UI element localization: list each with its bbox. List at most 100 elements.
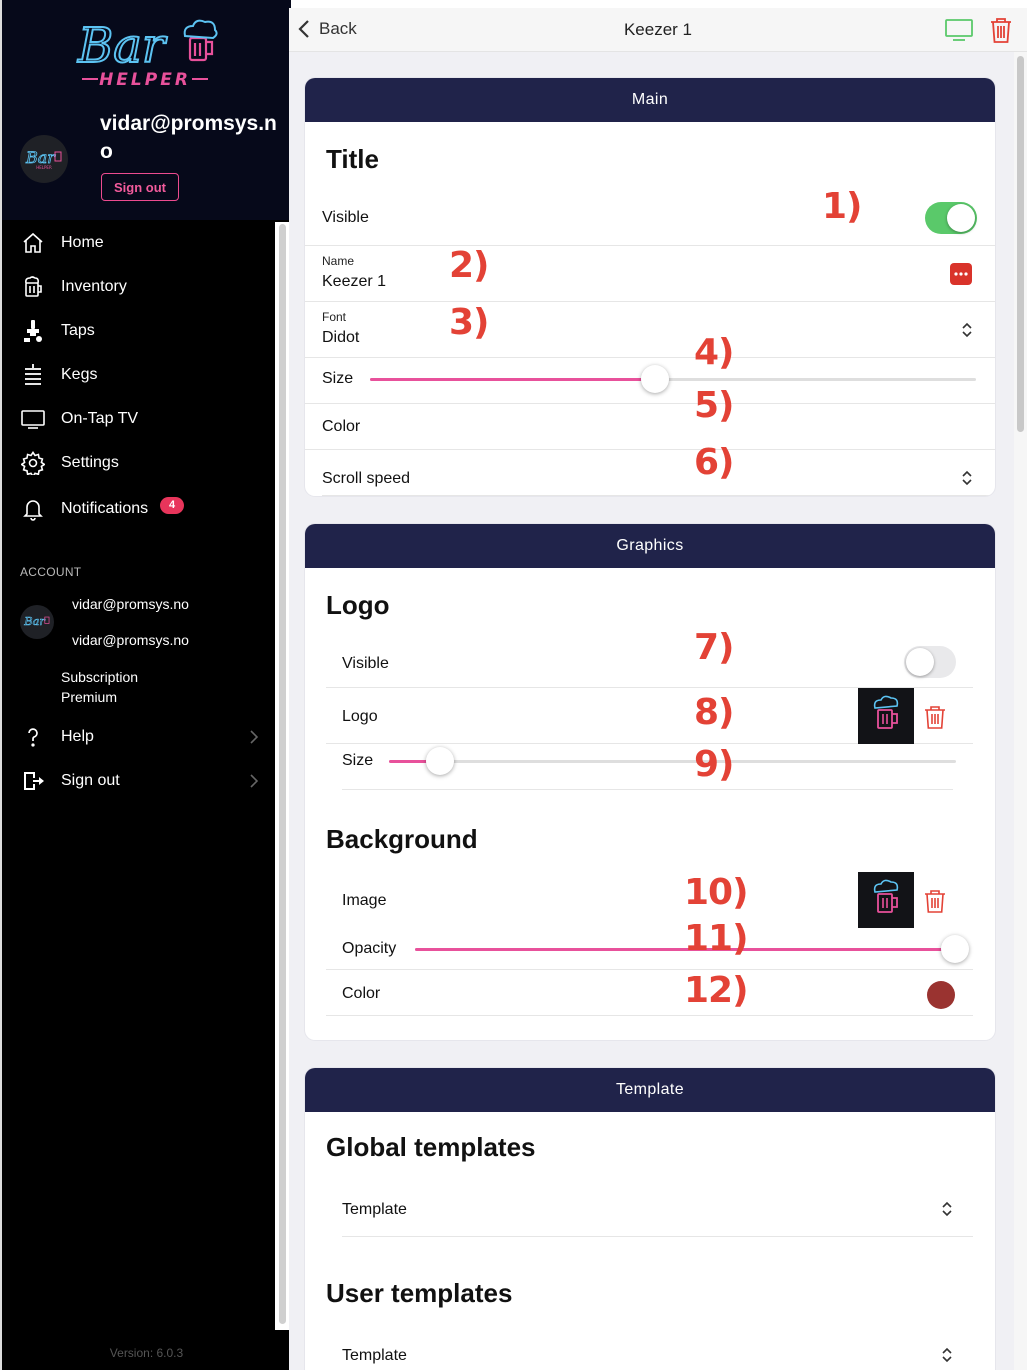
logout-icon: [20, 768, 46, 794]
nav-label: Inventory: [61, 278, 127, 295]
background-color-swatch[interactable]: [927, 981, 955, 1009]
ellipsis-icon: [954, 272, 968, 276]
row-label: Color: [322, 418, 361, 435]
name-row[interactable]: Name Keezer 1: [305, 246, 995, 302]
beer-mug-icon: [20, 274, 46, 300]
nav-item-on-tap-tv[interactable]: On-Tap TV: [2, 399, 275, 439]
keg-icon: [20, 362, 46, 388]
account-header: ACCOUNT: [20, 565, 82, 579]
scroll-speed-row[interactable]: Scroll speed: [322, 450, 995, 496]
card-header: Template: [305, 1068, 995, 1112]
nav-item-settings[interactable]: Settings: [2, 443, 275, 483]
annotation-marker: 7): [694, 627, 735, 668]
beer-mug-icon: [873, 695, 899, 729]
nav-item-home[interactable]: Home: [2, 223, 275, 263]
svg-text:Bar: Bar: [77, 18, 168, 74]
font-row[interactable]: Font Didot: [305, 302, 995, 358]
slider-knob[interactable]: [426, 747, 454, 775]
slider-fill: [370, 378, 655, 381]
logo-row: Logo: [326, 688, 973, 744]
nav-item-sign-out[interactable]: Sign out: [2, 761, 275, 801]
row-label: Visible: [322, 209, 369, 226]
logo-size-slider[interactable]: [389, 747, 956, 775]
card-header: Main: [305, 78, 995, 122]
field-caption: Font: [322, 310, 347, 324]
color-row[interactable]: Color: [305, 404, 995, 450]
subscription-value: Premium: [61, 689, 118, 705]
more-options-button[interactable]: [950, 263, 972, 285]
annotation-marker: 9): [694, 744, 735, 785]
graphics-card: Graphics Logo Visible Logo Size Backgrou…: [305, 524, 995, 1040]
section-title: Background: [326, 824, 478, 854]
row-label: Size: [342, 752, 374, 769]
delete-background-icon[interactable]: [924, 889, 946, 913]
select-arrows-icon: [942, 1201, 952, 1217]
logo-visible-toggle[interactable]: [904, 646, 956, 678]
nav-item-kegs[interactable]: Kegs: [2, 355, 275, 395]
row-label: Opacity: [342, 940, 397, 957]
row-label: Size: [322, 370, 354, 387]
tv-icon: [20, 406, 46, 432]
tv-preview-icon[interactable]: [945, 18, 973, 42]
annotation-marker: 8): [694, 692, 735, 733]
annotation-marker: 3): [449, 302, 490, 343]
scrollbar-thumb[interactable]: [279, 224, 286, 1324]
scrollbar-thumb[interactable]: [1017, 56, 1024, 432]
account-avatar: Bar: [20, 605, 54, 639]
delete-logo-icon[interactable]: [924, 705, 946, 729]
toggle-knob: [947, 204, 975, 232]
beer-mug-icon: [873, 879, 899, 913]
nav-item-inventory[interactable]: Inventory: [2, 267, 275, 307]
row-label: Image: [342, 892, 387, 909]
slider-knob[interactable]: [941, 935, 969, 963]
toggle-knob: [906, 648, 934, 676]
global-template-select[interactable]: Template: [342, 1181, 973, 1237]
tap-icon: [20, 318, 46, 344]
size-row: Size: [305, 358, 995, 404]
home-icon: [20, 230, 46, 256]
nav-label: Kegs: [61, 366, 98, 383]
slider-knob[interactable]: [641, 365, 669, 393]
chevron-right-icon: [250, 774, 259, 788]
row-label: Scroll speed: [322, 470, 411, 487]
nav-label: Notifications: [61, 500, 149, 517]
title-visible-toggle[interactable]: [925, 202, 977, 234]
logo-size-row: Size: [342, 744, 956, 790]
logo-visible-row: Visible: [326, 632, 973, 688]
nav-label: Home: [61, 234, 104, 251]
annotation-marker: 6): [694, 442, 735, 483]
background-color-row[interactable]: Color: [326, 970, 973, 1016]
nav-item-help[interactable]: Help: [2, 717, 275, 757]
nav-label: Help: [61, 728, 94, 745]
subscription-label: Subscription: [61, 669, 139, 685]
nav-label: Settings: [61, 454, 119, 471]
version-label: Version: 6.0.3: [109, 1346, 184, 1360]
nav-item-notifications[interactable]: Notifications: [2, 489, 275, 529]
name-value[interactable]: Keezer 1: [322, 273, 386, 291]
annotation-marker: 4): [694, 332, 735, 373]
user-template-select[interactable]: Template: [342, 1327, 973, 1370]
section-title: Title: [326, 144, 379, 174]
card-header: Graphics: [305, 524, 995, 568]
top-bar: Back Keezer 1: [289, 8, 1027, 52]
gear-icon: [20, 450, 46, 476]
annotation-marker: 2): [449, 245, 490, 286]
bar-helper-logo: Bar HELPER: [76, 17, 218, 90]
user-email: vidar@promsys.no: [100, 112, 277, 163]
row-label: Logo: [342, 708, 378, 725]
nav-label: On-Tap TV: [61, 410, 139, 427]
svg-text:HELPER: HELPER: [99, 70, 191, 90]
nav-item-taps[interactable]: Taps: [2, 311, 275, 351]
background-thumbnail[interactable]: [858, 872, 914, 928]
logo-thumbnail[interactable]: [858, 688, 914, 744]
row-label: Color: [342, 985, 381, 1002]
title-size-slider[interactable]: [370, 365, 976, 393]
sign-out-button[interactable]: Sign out: [101, 173, 179, 201]
main-scrollbar[interactable]: [1014, 52, 1027, 1370]
opacity-row: Opacity: [326, 926, 973, 970]
trash-icon[interactable]: [989, 16, 1013, 44]
avatar: Bar HELPER: [20, 135, 68, 183]
sidebar-scrollbar[interactable]: [275, 222, 290, 1330]
template-card: Template Global templates Template User …: [305, 1068, 995, 1370]
select-value: Template: [342, 1201, 407, 1218]
